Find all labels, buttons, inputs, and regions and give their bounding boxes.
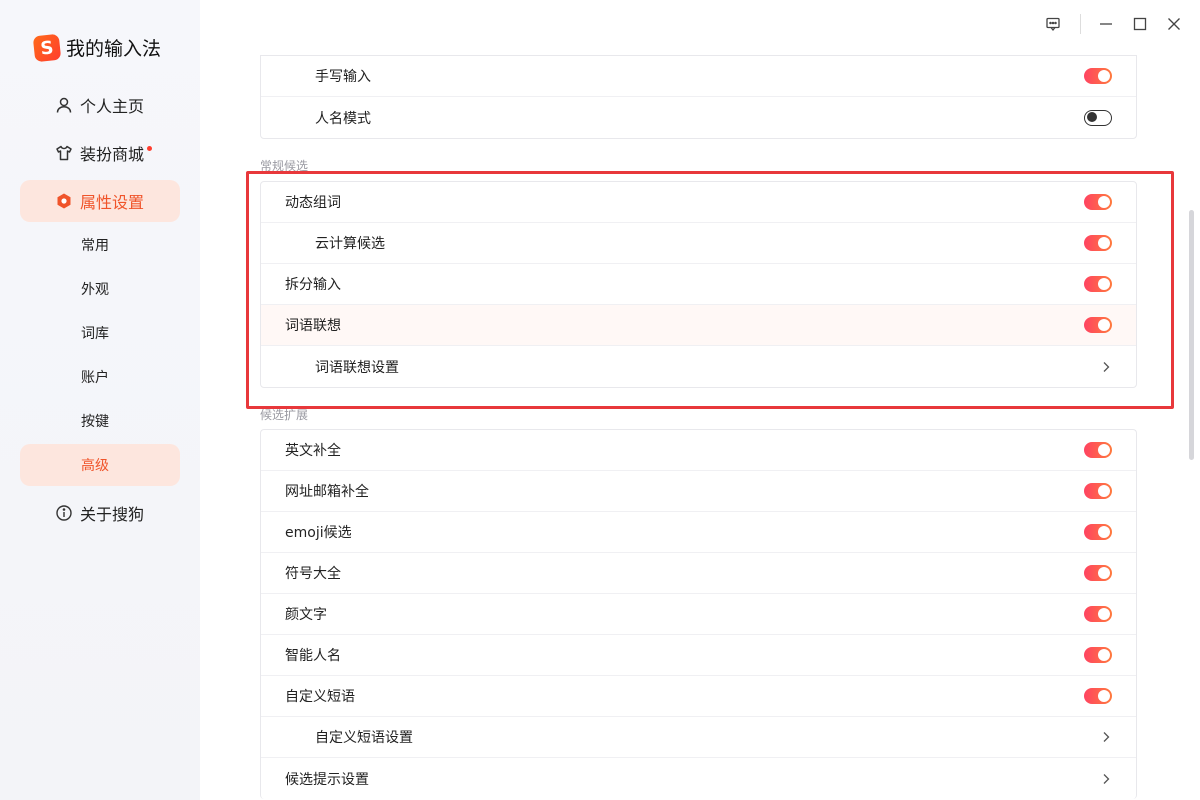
section-title-extension: 候选扩展 [260, 408, 309, 422]
dynamic-phrase-toggle[interactable] [1084, 194, 1112, 210]
setting-label: 英文补全 [285, 443, 341, 459]
nav-item-label: 装扮商城 [80, 145, 145, 164]
name-mode-toggle[interactable] [1084, 109, 1112, 126]
setting-row-handwriting: 手写输入 [261, 56, 1136, 97]
sogou-logo-icon: S [32, 33, 62, 62]
chevron-right-icon [1100, 346, 1112, 387]
app-title: 我的输入法 [66, 38, 162, 60]
setting-label: 自定义短语设置 [315, 730, 413, 746]
setting-row-split-input: 拆分输入 [261, 264, 1136, 305]
nav-item-label: 个人主页 [80, 97, 145, 116]
symbols-toggle[interactable] [1084, 565, 1112, 581]
nav-item-about[interactable]: 关于搜狗 [20, 492, 180, 534]
split-input-toggle[interactable] [1084, 276, 1112, 292]
shirt-icon [54, 143, 74, 163]
nav-sub-keys[interactable]: 按键 [20, 400, 180, 442]
nav-item-label: 关于搜狗 [80, 505, 145, 524]
nav-item-store[interactable]: 装扮商城 [20, 132, 180, 174]
nav-item-profile[interactable]: 个人主页 [20, 84, 180, 126]
setting-label: emoji候选 [285, 525, 352, 541]
user-icon [54, 95, 74, 115]
setting-label: 拆分输入 [285, 277, 341, 293]
setting-row-word-association: 词语联想 [261, 305, 1136, 346]
setting-label: 手写输入 [315, 69, 371, 85]
setting-row-english-completion: 英文补全 [261, 430, 1136, 471]
setting-label: 词语联想 [285, 318, 341, 334]
section-title-candidate: 常规候选 [260, 159, 309, 173]
setting-row-candidate-hint-settings[interactable]: 候选提示设置 [261, 758, 1136, 799]
settings-group-top: 手写输入 人名模式 [260, 55, 1137, 139]
setting-label: 颜文字 [285, 607, 327, 623]
custom-phrase-toggle[interactable] [1084, 688, 1112, 704]
smart-names-toggle[interactable] [1084, 647, 1112, 663]
settings-content: 手写输入 人名模式 常规候选 动态组词 云计算候选 拆分输入 词语联想 词语联想… [200, 0, 1200, 800]
setting-row-url-email-completion: 网址邮箱补全 [261, 471, 1136, 512]
setting-row-word-association-settings[interactable]: 词语联想设置 [261, 346, 1136, 387]
nav-sub-appearance[interactable]: 外观 [20, 268, 180, 310]
handwriting-toggle[interactable] [1084, 68, 1112, 84]
settings-group-candidate: 动态组词 云计算候选 拆分输入 词语联想 词语联想设置 [260, 181, 1137, 388]
emoji-candidate-toggle[interactable] [1084, 524, 1112, 540]
settings-group-extension: 英文补全 网址邮箱补全 emoji候选 符号大全 颜文字 智能人名 自定义短语 [260, 429, 1137, 799]
url-email-completion-toggle[interactable] [1084, 483, 1112, 499]
setting-label: 符号大全 [285, 566, 341, 582]
setting-label: 词语联想设置 [315, 359, 399, 376]
scrollbar-thumb[interactable] [1189, 210, 1194, 460]
setting-label: 智能人名 [285, 648, 341, 664]
setting-row-dynamic-phrase: 动态组词 [261, 182, 1136, 223]
kaomoji-toggle[interactable] [1084, 606, 1112, 622]
setting-row-kaomoji: 颜文字 [261, 594, 1136, 635]
setting-row-custom-phrase: 自定义短语 [261, 676, 1136, 717]
setting-label: 候选提示设置 [285, 771, 369, 788]
nav-item-settings[interactable]: 属性设置 [20, 180, 180, 222]
nav-item-label: 属性设置 [80, 193, 145, 212]
cloud-candidate-toggle[interactable] [1084, 235, 1112, 251]
setting-label: 云计算候选 [315, 236, 385, 252]
brand: S 我的输入法 [32, 33, 162, 62]
word-association-toggle[interactable] [1084, 317, 1112, 333]
hexagon-settings-icon [54, 191, 74, 211]
setting-label: 动态组词 [285, 195, 341, 211]
setting-label: 自定义短语 [285, 689, 355, 705]
chevron-right-icon [1100, 717, 1112, 757]
nav-sub-account[interactable]: 账户 [20, 356, 180, 398]
setting-row-cloud-candidate: 云计算候选 [261, 223, 1136, 264]
setting-label: 网址邮箱补全 [285, 484, 369, 500]
notification-dot [147, 145, 153, 151]
english-completion-toggle[interactable] [1084, 442, 1112, 458]
setting-row-custom-phrase-settings[interactable]: 自定义短语设置 [261, 717, 1136, 758]
nav-sub-general[interactable]: 常用 [20, 224, 180, 266]
nav-sub-advanced[interactable]: 高级 [20, 444, 180, 486]
chevron-right-icon [1100, 758, 1112, 799]
nav-sub-dictionary[interactable]: 词库 [20, 312, 180, 354]
info-icon [54, 503, 74, 523]
sidebar: S 我的输入法 个人主页 装扮商城 属性设置 常用 外观 词库 账户 按键 高级… [0, 0, 200, 800]
setting-row-symbols: 符号大全 [261, 553, 1136, 594]
setting-row-name-mode: 人名模式 [261, 97, 1136, 138]
setting-row-smart-names: 智能人名 [261, 635, 1136, 676]
setting-row-emoji-candidate: emoji候选 [261, 512, 1136, 553]
setting-label: 人名模式 [315, 110, 371, 127]
